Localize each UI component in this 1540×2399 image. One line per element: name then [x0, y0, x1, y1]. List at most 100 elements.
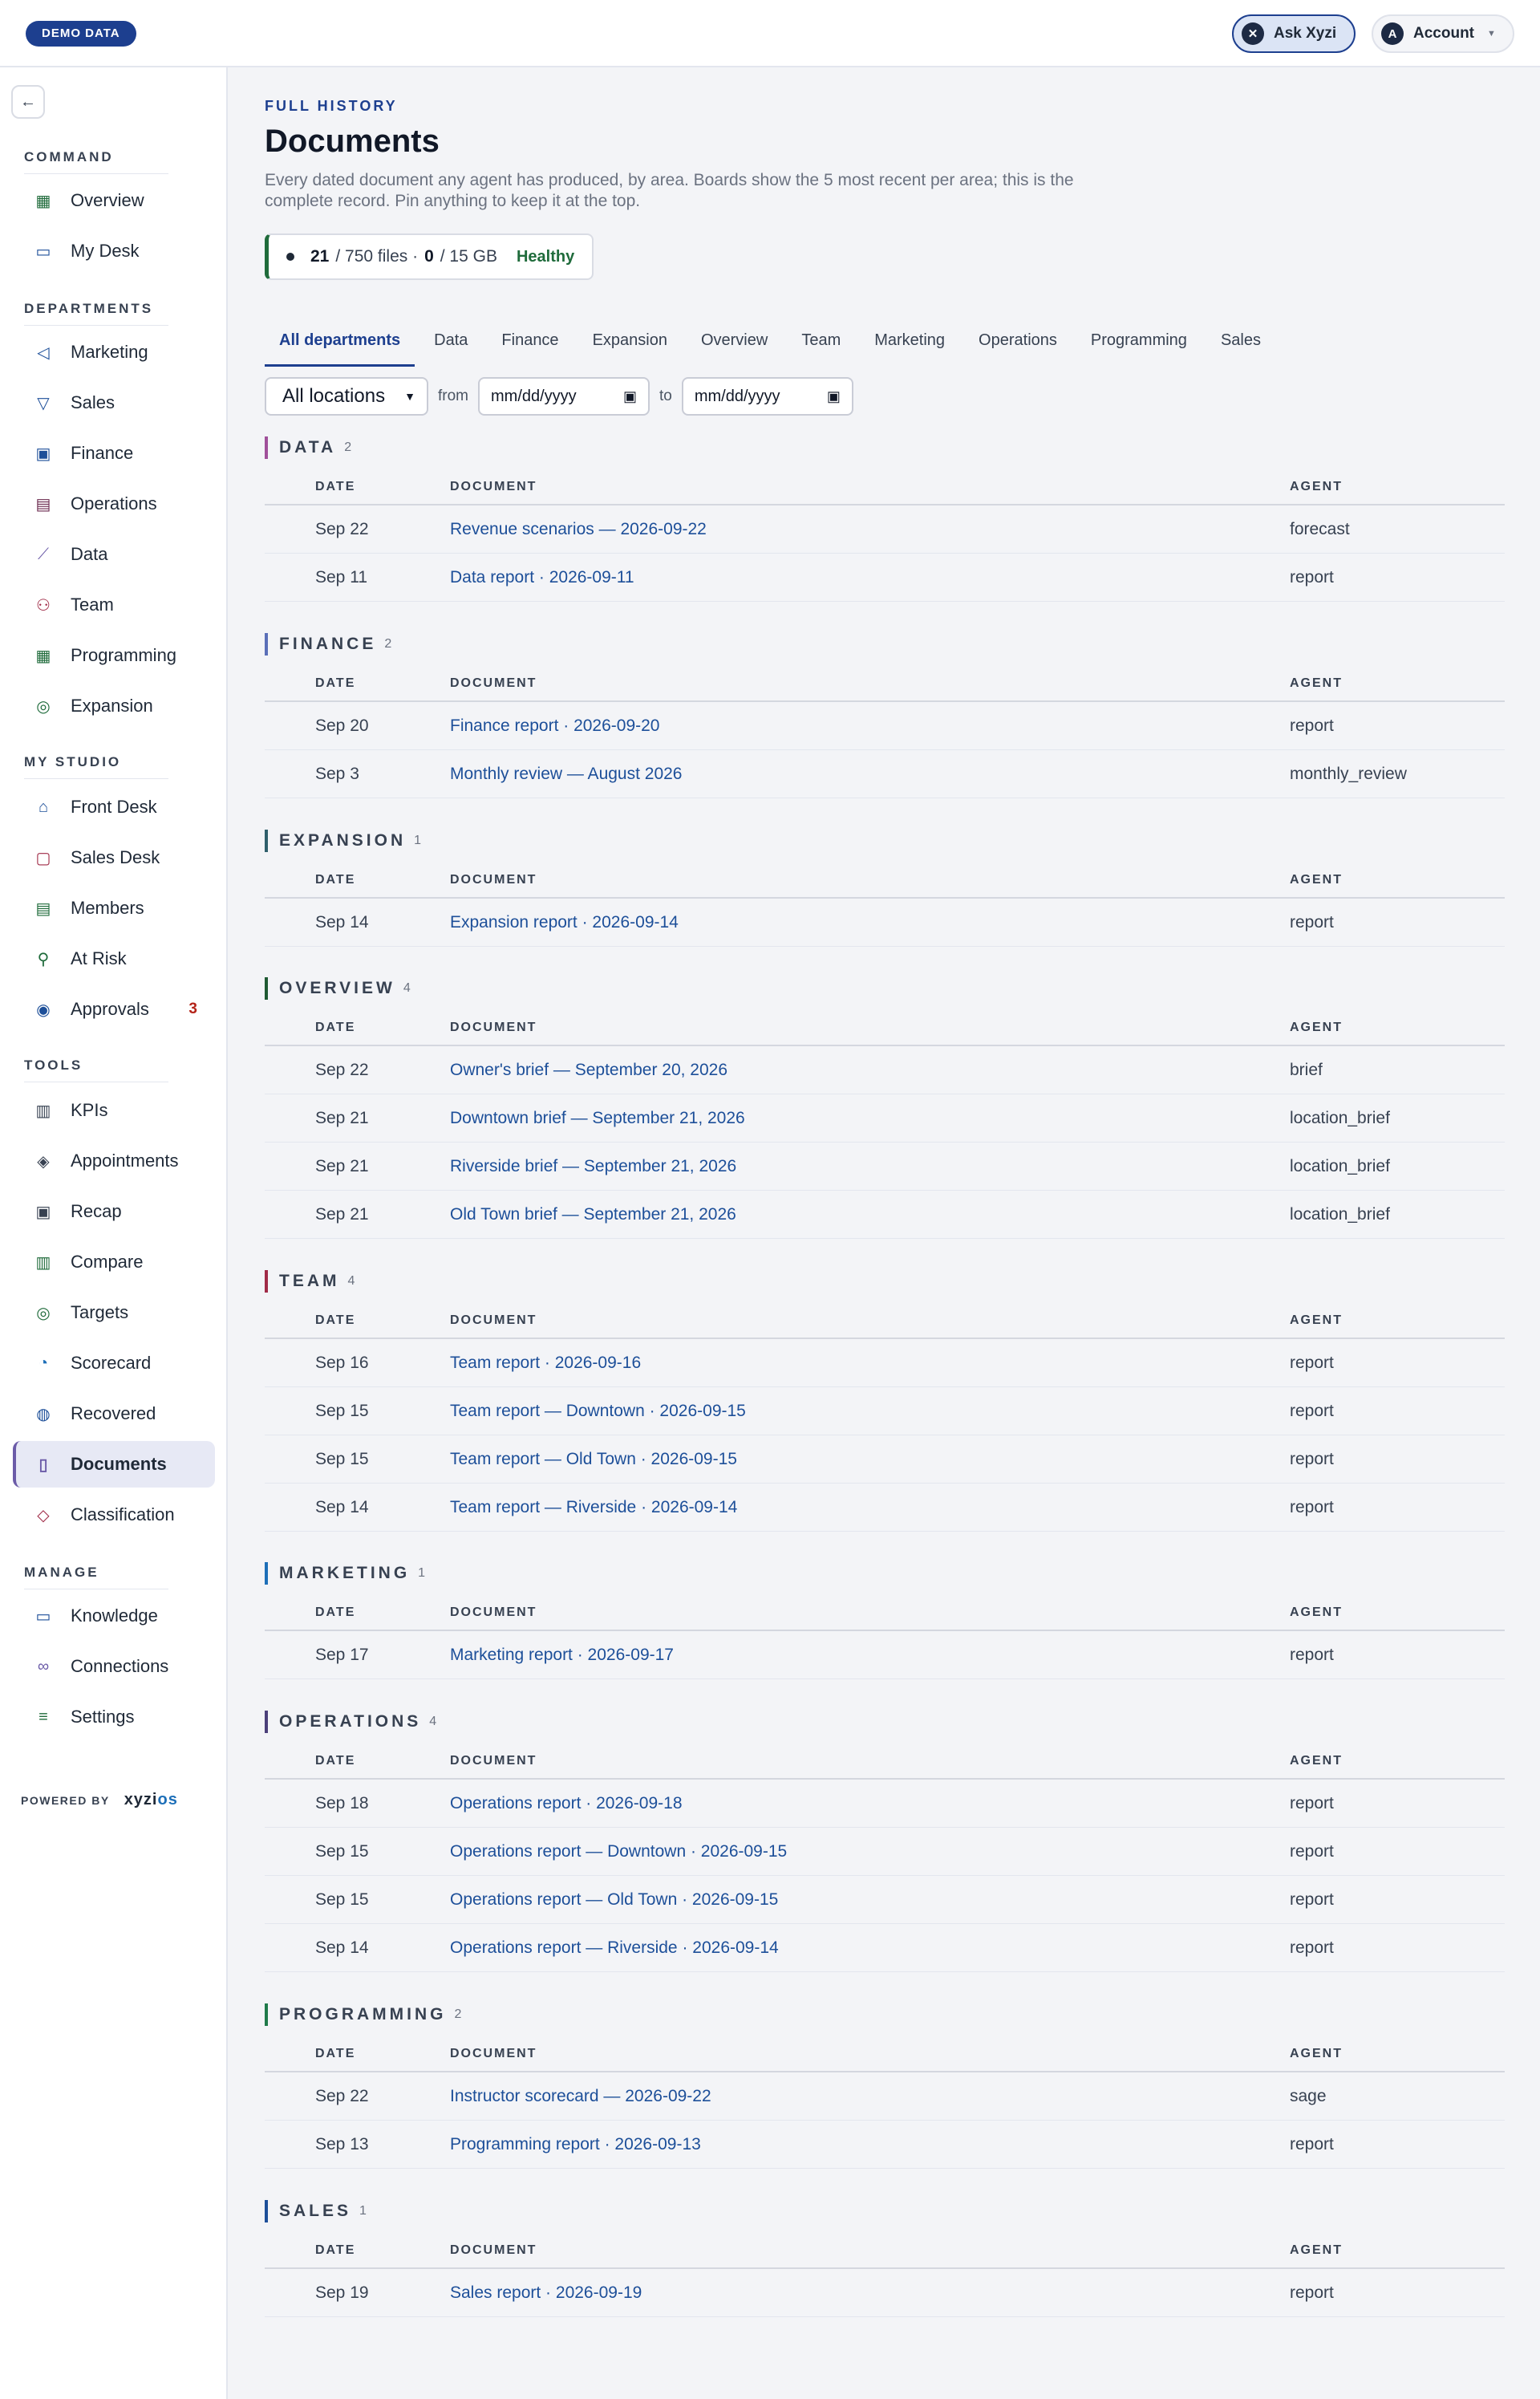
sidebar-item-recap[interactable]: ▣ Recap [13, 1188, 215, 1235]
collapse-sidebar-button[interactable]: ← [11, 85, 45, 119]
document-link[interactable]: Instructor scorecard — 2026-09-22 [450, 2087, 711, 2106]
document-link[interactable]: Revenue scenarios — 2026-09-22 [450, 520, 707, 539]
sidebar-section-manage: MANAGE [24, 1565, 168, 1589]
sidebar-item-expansion[interactable]: ◎ Expansion [13, 683, 215, 729]
table-header: DATE DOCUMENT AGENT [265, 1585, 1505, 1631]
document-link[interactable]: Team report — Downtown · 2026-09-15 [450, 1402, 746, 1421]
sidebar-item-approvals[interactable]: ◉ Approvals 3 [13, 986, 215, 1033]
demo-data-badge: DEMO DATA [26, 21, 136, 47]
page-eyebrow: FULL HISTORY [265, 98, 398, 114]
sidebar-item-operations[interactable]: ▤ Operations [13, 481, 215, 527]
sidebar-item-sales[interactable]: ▽ Sales [13, 380, 215, 426]
section-heading: PROGRAMMING 2 [265, 2003, 1505, 2026]
column-header-agent: AGENT [1290, 1313, 1343, 1327]
sidebar-item-data[interactable]: ⟋ Data [13, 531, 215, 578]
table-header: DATE DOCUMENT AGENT [265, 1000, 1505, 1046]
sidebar-item-label: Recap [71, 1201, 122, 1221]
document-link[interactable]: Operations report — Riverside · 2026-09-… [450, 1938, 779, 1958]
arrow-left-icon: ← [20, 92, 36, 111]
row-agent: report [1290, 568, 1334, 587]
sidebar-item-compare[interactable]: ▥ Compare [13, 1239, 215, 1285]
sidebar-item-recovered[interactable]: ◍ Recovered [13, 1390, 215, 1437]
to-date-value: mm/dd/yyyy [694, 387, 780, 405]
account-button[interactable]: A Account ▼ [1372, 14, 1514, 53]
row-date: Sep 19 [315, 2283, 369, 2302]
row-agent: report [1290, 1794, 1334, 1812]
sidebar-item-members[interactable]: ▤ Members [13, 885, 215, 932]
document-link[interactable]: Operations report · 2026-09-18 [450, 1794, 683, 1813]
section-title: SALES [279, 2202, 352, 2220]
sidebar-item-knowledge[interactable]: ▭ Knowledge [13, 1593, 215, 1639]
document-link[interactable]: Old Town brief — September 21, 2026 [450, 1205, 736, 1224]
sidebar-item-settings[interactable]: ≡ Settings [13, 1694, 215, 1740]
from-date-input[interactable]: mm/dd/yyyy ▣ [478, 377, 650, 416]
tab-all-departments[interactable]: All departments [265, 328, 415, 367]
sidebar-item-marketing[interactable]: ◁ Marketing [13, 329, 215, 375]
section-title: OPERATIONS [279, 1712, 422, 1731]
section-title: OVERVIEW [279, 979, 395, 997]
row-date: Sep 22 [315, 1061, 369, 1079]
sidebar-item-label: Recovered [71, 1403, 156, 1423]
document-link[interactable]: Sales report · 2026-09-19 [450, 2283, 642, 2303]
to-date-input[interactable]: mm/dd/yyyy ▣ [681, 377, 853, 416]
sidebar-item-at-risk[interactable]: ⚲ At Risk [13, 936, 215, 982]
tab-programming[interactable]: Programming [1076, 328, 1202, 367]
storage-usage: 21 / 750 files · 0 / 15 GB Healthy [265, 233, 594, 280]
table-row: Sep 21 Riverside brief — September 21, 20… [265, 1143, 1505, 1191]
column-header-date: DATE [315, 480, 356, 493]
tab-data[interactable]: Data [419, 328, 482, 367]
ask-xyzi-button[interactable]: ✕ Ask Xyzi [1232, 14, 1356, 53]
document-link[interactable]: Team report · 2026-09-16 [450, 1354, 641, 1373]
document-link[interactable]: Riverside brief — September 21, 2026 [450, 1157, 736, 1176]
document-link[interactable]: Operations report — Downtown · 2026-09-1… [450, 1842, 787, 1861]
check-circle-icon: ◉ [36, 1001, 51, 1019]
document-link[interactable]: Expansion report · 2026-09-14 [450, 913, 679, 932]
row-agent: report [1290, 2135, 1334, 2153]
from-date-value: mm/dd/yyyy [491, 387, 577, 405]
document-link[interactable]: Monthly review — August 2026 [450, 765, 683, 784]
row-date: Sep 14 [315, 1498, 369, 1516]
tab-operations[interactable]: Operations [964, 328, 1072, 367]
document-link[interactable]: Programming report · 2026-09-13 [450, 2135, 701, 2154]
sidebar-item-programming[interactable]: ▦ Programming [13, 632, 215, 679]
tab-sales[interactable]: Sales [1206, 328, 1275, 367]
user-alert-icon: ⚲ [37, 950, 50, 968]
sidebar-item-label: Marketing [71, 342, 148, 362]
sidebar-item-overview[interactable]: ▦ Overview [13, 177, 215, 224]
section-heading: TEAM 4 [265, 1270, 1505, 1293]
sidebar-item-scorecard[interactable]: ◔ Scorecard [13, 1340, 215, 1386]
sidebar-item-team[interactable]: ⚇ Team [13, 582, 215, 628]
filter-icon: ▽ [37, 394, 50, 412]
sidebar-item-targets[interactable]: ◎ Targets [13, 1289, 215, 1336]
column-header-date: DATE [315, 676, 356, 690]
sidebar-item-connections[interactable]: ∞ Connections [13, 1643, 215, 1690]
sidebar-item-front-desk[interactable]: ⌂ Front Desk [13, 784, 215, 830]
sidebar-item-documents[interactable]: ▯ Documents [13, 1441, 215, 1488]
document-link[interactable]: Team report — Old Town · 2026-09-15 [450, 1450, 737, 1469]
row-date: Sep 14 [315, 913, 369, 932]
document-link[interactable]: Operations report — Old Town · 2026-09-1… [450, 1890, 778, 1910]
sidebar-item-my-desk[interactable]: ▭ My Desk [13, 228, 215, 274]
document-link[interactable]: Finance report · 2026-09-20 [450, 716, 660, 736]
column-header-document: DOCUMENT [450, 480, 537, 493]
sidebar-item-sales-desk[interactable]: ▢ Sales Desk [13, 834, 215, 881]
tab-finance[interactable]: Finance [487, 328, 573, 367]
xyzios-logo: xyzios [124, 1791, 178, 1809]
sidebar-item-classification[interactable]: ◇ Classification [13, 1492, 215, 1538]
sidebar-item-finance[interactable]: ▣ Finance [13, 430, 215, 477]
document-link[interactable]: Data report · 2026-09-11 [450, 568, 634, 587]
location-select[interactable]: All locations ▼ [265, 377, 428, 416]
document-link[interactable]: Downtown brief — September 21, 2026 [450, 1109, 745, 1128]
document-link[interactable]: Team report — Riverside · 2026-09-14 [450, 1498, 737, 1517]
sidebar-item-label: Knowledge [71, 1605, 158, 1626]
tab-team[interactable]: Team [787, 328, 855, 367]
document-link[interactable]: Owner's brief — September 20, 2026 [450, 1061, 727, 1080]
tab-expansion[interactable]: Expansion [578, 328, 682, 367]
row-agent: report [1290, 913, 1334, 932]
document-link[interactable]: Marketing report · 2026-09-17 [450, 1646, 674, 1665]
sidebar-item-kpis[interactable]: ▥ KPIs [13, 1087, 215, 1134]
sidebar-item-appointments[interactable]: ◈ Appointments [13, 1138, 215, 1184]
table-row: Sep 20 Finance report · 2026-09-20 report [265, 702, 1505, 750]
tab-overview[interactable]: Overview [687, 328, 782, 367]
tab-marketing[interactable]: Marketing [860, 328, 959, 367]
